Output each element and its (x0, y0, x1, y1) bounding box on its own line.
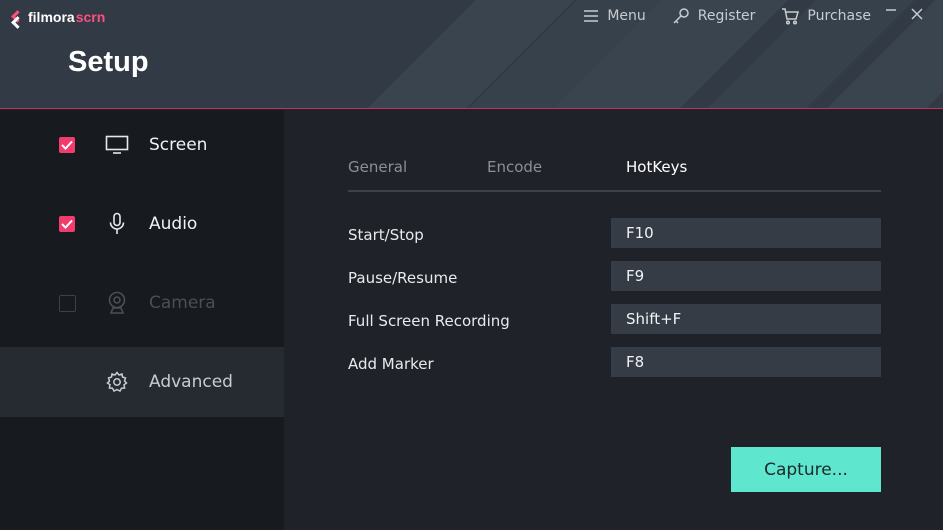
sidebar-item-label: Audio (149, 214, 198, 234)
monitor-icon (105, 133, 129, 157)
app-header: filmora scrn Setup Menu Register Purchas… (0, 0, 943, 109)
sidebar-item-camera[interactable]: Camera (0, 268, 284, 338)
webcam-icon (105, 291, 129, 315)
tab-encode[interactable]: Encode (487, 158, 542, 176)
hotkey-label-pause-resume: Pause/Resume (348, 269, 458, 287)
tab-general[interactable]: General (348, 158, 407, 176)
sidebar-item-label: Camera (149, 293, 216, 313)
tab-bar: General Encode HotKeys (348, 156, 881, 192)
register-label: Register (697, 8, 756, 24)
screen-checkbox[interactable] (59, 137, 75, 153)
hotkey-label-add-marker: Add Marker (348, 355, 434, 373)
hotkey-input-pause-resume[interactable] (611, 261, 881, 291)
logo-word-filmora: filmora (28, 9, 75, 25)
menu-button[interactable]: Menu (583, 5, 646, 27)
sidebar: Screen Audio Camera Advanced (0, 110, 284, 530)
top-navigation: Menu Register Purchase (557, 5, 923, 27)
sidebar-item-screen[interactable]: Screen (0, 110, 284, 180)
hamburger-icon (583, 10, 599, 22)
microphone-icon (105, 212, 129, 236)
camera-checkbox[interactable] (59, 294, 76, 312)
page-title: Setup (68, 46, 149, 78)
gear-icon (105, 370, 129, 394)
logo-mark-icon (12, 10, 24, 24)
minimize-icon (885, 8, 897, 24)
cart-icon (781, 7, 800, 25)
sidebar-item-label: Advanced (149, 372, 233, 392)
sidebar-item-label: Screen (149, 135, 208, 155)
hotkey-input-add-marker[interactable] (611, 347, 881, 377)
capture-button[interactable]: Capture... (731, 447, 881, 492)
close-button[interactable] (911, 5, 923, 27)
purchase-label: Purchase (807, 8, 871, 24)
hotkey-label-full-screen: Full Screen Recording (348, 312, 510, 330)
checkmark-icon (61, 219, 73, 229)
menu-label: Menu (607, 8, 646, 24)
main-panel: General Encode HotKeys Start/Stop Pause/… (284, 110, 943, 530)
key-icon (672, 7, 690, 25)
hotkey-input-full-screen[interactable] (611, 304, 881, 334)
tab-hotkeys[interactable]: HotKeys (626, 158, 687, 176)
purchase-button[interactable]: Purchase (781, 5, 871, 27)
checkmark-icon (61, 140, 73, 150)
close-icon (911, 8, 923, 24)
minimize-button[interactable] (885, 5, 897, 27)
sidebar-item-advanced[interactable]: Advanced (0, 347, 284, 417)
hotkey-label-start-stop: Start/Stop (348, 226, 424, 244)
audio-checkbox[interactable] (59, 216, 75, 232)
hotkey-input-start-stop[interactable] (611, 218, 881, 248)
logo-word-scrn: scrn (75, 9, 106, 25)
app-logo: filmora scrn (12, 8, 105, 26)
register-button[interactable]: Register (672, 5, 756, 27)
sidebar-item-audio[interactable]: Audio (0, 189, 284, 259)
